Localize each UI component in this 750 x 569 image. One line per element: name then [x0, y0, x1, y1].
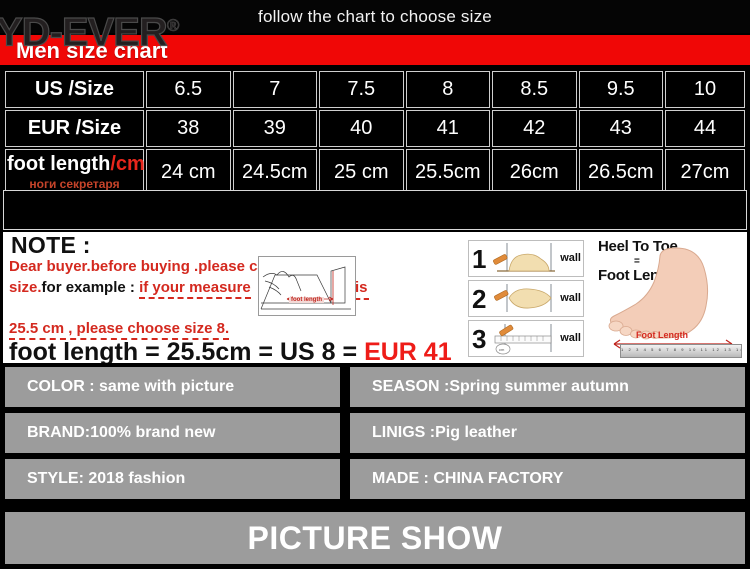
step-panel-1: 1 wall — [468, 240, 584, 277]
ruler-measure-icon: cm — [494, 324, 552, 355]
step-number-3: 3 — [472, 324, 487, 354]
step-number-1: 1 — [472, 244, 487, 274]
cell-us-0: 6.5 — [146, 71, 231, 108]
info-style-text: STYLE: 2018 fashion — [27, 470, 186, 487]
step-wall-label-2: wall — [560, 292, 581, 304]
step-wall-label-1: wall — [560, 252, 581, 264]
info-brand-text: BRAND:100% brand new — [27, 424, 216, 441]
note-is-dash — [355, 298, 369, 300]
brand-logo: YD-EVER® — [0, 6, 180, 55]
hand-inset-caption: foot length — [289, 297, 324, 303]
formula-equals-1: = — [145, 338, 160, 363]
step-wall-label-3: wall — [560, 332, 581, 344]
measurement-steps: 1 wall 2 wall 3 cm wall — [468, 240, 584, 358]
cell-us-2: 7.5 — [319, 71, 404, 108]
cell-us-6: 10 — [665, 71, 745, 108]
table-row-eur: EUR /Size 38 39 40 41 42 43 44 — [5, 110, 745, 147]
cell-us-3: 8 — [405, 71, 490, 108]
note-line-2-measure: if your measure — [139, 279, 251, 299]
info-cell-made: MADE : CHINA FACTORY — [350, 459, 745, 499]
size-table-container: US /Size 6.5 7 7.5 8 8.5 9.5 10 EUR /Siz… — [0, 67, 750, 195]
cell-foot-length-4: 26cm — [492, 149, 577, 195]
note-line-3: 25.5 cm , please choose size 8. — [9, 320, 230, 340]
info-cell-linings: LINIGS :Pig leather — [350, 413, 745, 453]
row-label-us: US /Size — [5, 71, 144, 108]
note-line-2: size.for example : if your measure — [9, 279, 251, 299]
picture-show-title: PICTURE SHOW — [247, 520, 503, 556]
step-panel-2: 2 wall — [468, 280, 584, 317]
info-cell-color: COLOR : same with picture — [5, 367, 340, 407]
row-label-foot-length-main: foot length — [7, 153, 111, 175]
cell-eur-2: 40 — [319, 110, 404, 147]
cell-eur-0: 38 — [146, 110, 231, 147]
hand-measuring-foot-diagram: foot length — [258, 256, 356, 316]
foot-length-measure-label: Foot Length — [636, 330, 688, 340]
cell-foot-length-3: 25.5cm — [405, 149, 490, 195]
size-table: US /Size 6.5 7 7.5 8 8.5 9.5 10 EUR /Siz… — [3, 69, 747, 197]
cell-foot-length-1: 24.5cm — [232, 149, 317, 195]
formula-part-eur: EUR 41 — [364, 338, 452, 363]
table-spacer-row — [3, 190, 747, 230]
note-line-2-size: size. — [9, 279, 42, 296]
step-number-2: 2 — [472, 284, 487, 314]
cell-us-4: 8.5 — [492, 71, 577, 108]
info-linings-text: LINIGS :Pig leather — [372, 424, 517, 441]
note-title: NOTE : — [11, 232, 91, 258]
row-label-foot-length-sub: ноги секретаря — [29, 177, 120, 191]
cell-eur-3: 41 — [405, 110, 490, 147]
step-panel-3: 3 cm wall — [468, 320, 584, 357]
table-row-us: US /Size 6.5 7 7.5 8 8.5 9.5 10 — [5, 71, 745, 108]
formula-part-foot-length: foot length — [9, 338, 139, 363]
foot-top-view-icon — [494, 284, 552, 312]
note-formula: foot length = 25.5cm = US 8 = EUR 41 — [9, 338, 452, 363]
product-info-grid: COLOR : same with picture BRAND:100% bra… — [0, 367, 750, 503]
formula-equals-3: = — [342, 338, 358, 363]
svg-text:cm: cm — [499, 347, 505, 352]
note-line-2-example: for example : — [41, 279, 140, 296]
formula-equals-2: = — [258, 338, 274, 363]
info-cell-style: STYLE: 2018 fashion — [5, 459, 340, 499]
cell-eur-5: 43 — [578, 110, 663, 147]
info-color-text: COLOR : same with picture — [27, 378, 235, 395]
info-cell-brand: BRAND:100% brand new — [5, 413, 340, 453]
formula-part-us: US 8 — [279, 338, 336, 363]
info-cell-season: SEASON :Spring summer autumn — [350, 367, 745, 407]
hand-foot-sketch-icon — [260, 266, 351, 310]
brand-logo-text: YD-EVER — [0, 10, 168, 55]
registered-trademark-icon: ® — [166, 16, 180, 36]
foot-photo-illustration-icon — [608, 247, 733, 349]
row-label-foot-length-unit: /cm — [110, 153, 145, 175]
info-season-text: SEASON :Spring summer autumn — [372, 378, 629, 395]
foot-side-view-icon — [493, 243, 555, 272]
formula-part-cm: 25.5cm — [166, 338, 252, 363]
ruler-tick-labels: 1 2 3 4 5 6 7 8 9 10 11 12 13 14 15 16 1… — [621, 347, 741, 352]
size-chart-page: follow the chart to choose size YD-EVER®… — [0, 0, 750, 569]
cell-us-5: 9.5 — [578, 71, 663, 108]
cell-foot-length-6: 27cm — [665, 149, 745, 195]
picture-show-banner: PICTURE SHOW — [5, 512, 745, 564]
table-row-foot-length: foot length/cm ноги секретаря 24 cm 24.5… — [5, 149, 745, 195]
note-line-2-is: is — [355, 279, 369, 300]
cell-foot-length-2: 25 cm — [319, 149, 404, 195]
cell-foot-length-5: 26.5cm — [578, 149, 663, 195]
cell-eur-4: 42 — [492, 110, 577, 147]
cell-us-1: 7 — [232, 71, 317, 108]
note-is-text: is — [355, 279, 368, 296]
cell-eur-1: 39 — [232, 110, 317, 147]
heel-to-toe-panel: Heel To Toe = Foot Length Foot Length 1 … — [592, 234, 744, 360]
cell-foot-length-0: 24 cm — [146, 149, 231, 195]
row-label-eur: EUR /Size — [5, 110, 144, 147]
cell-eur-6: 44 — [665, 110, 745, 147]
ruler-graphic: 1 2 3 4 5 6 7 8 9 10 11 12 13 14 15 16 1… — [620, 344, 742, 358]
row-label-foot-length: foot length/cm ноги секретаря — [5, 149, 145, 195]
info-made-text: MADE : CHINA FACTORY — [372, 470, 564, 487]
